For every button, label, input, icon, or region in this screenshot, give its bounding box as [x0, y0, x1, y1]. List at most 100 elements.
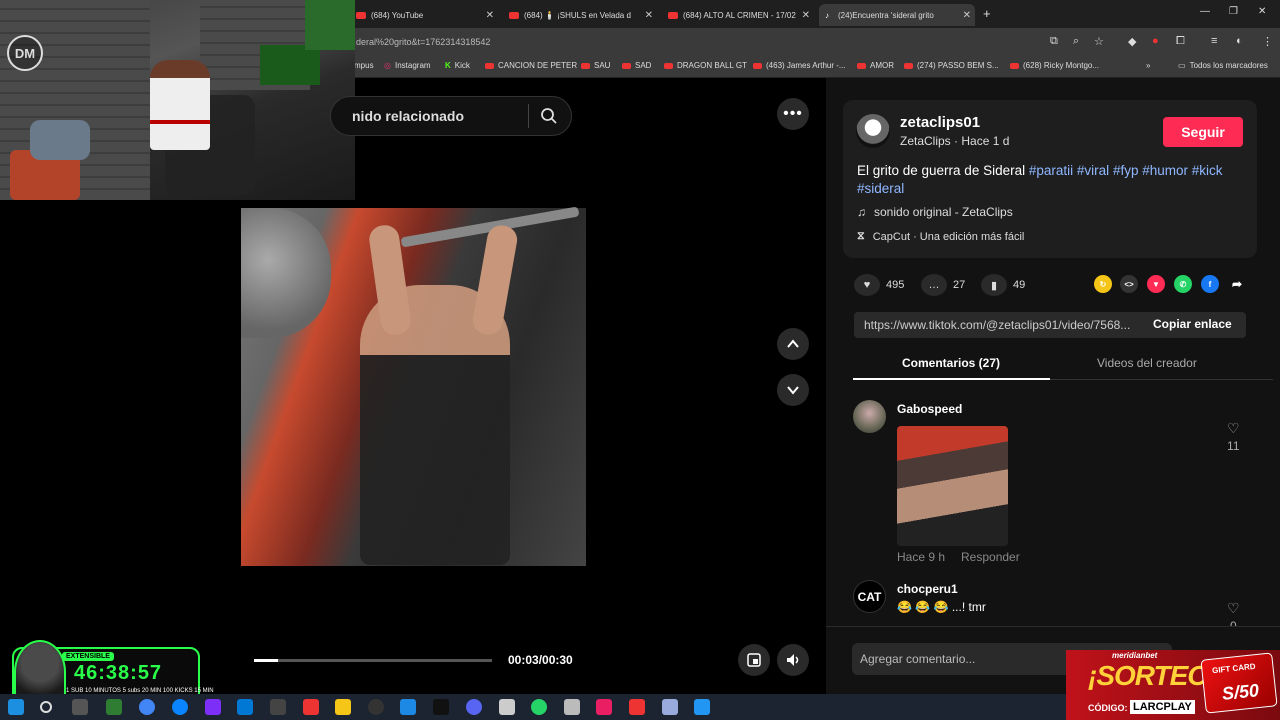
tab-creator-videos[interactable]: Videos del creador — [1097, 356, 1197, 370]
comment-placeholder[interactable]: Agregar comentario... — [860, 652, 975, 666]
task-view-icon[interactable] — [72, 699, 88, 715]
notepad-icon[interactable] — [662, 699, 678, 715]
extension-red-icon[interactable]: ● — [1152, 35, 1159, 47]
tab-shuls[interactable]: (684) 🕯️ ¡SHULS en Velada d ✕ — [503, 4, 657, 26]
folder-icon[interactable] — [335, 699, 351, 715]
tab-label: (24)Encuentra 'sideral grito — [838, 10, 934, 20]
app-icon[interactable] — [270, 699, 286, 715]
puzzle-icon[interactable]: ⧠ — [1176, 35, 1185, 48]
comment-text: 😂 😂 😂 ...! tmr — [897, 600, 986, 614]
comment-author[interactable]: chocperu1 — [897, 582, 958, 596]
app-icon[interactable] — [499, 699, 515, 715]
music-note-icon: ♫ — [857, 205, 866, 219]
bookmark-kick[interactable]: K Kick — [445, 61, 470, 70]
progress-track[interactable] — [254, 659, 492, 662]
restore-icon[interactable]: ❐ — [1229, 6, 1238, 17]
share-icon[interactable]: ➦ — [1228, 275, 1246, 293]
previous-video-button[interactable] — [777, 328, 809, 360]
avatar[interactable] — [856, 114, 890, 148]
facebook-icon[interactable]: f — [1201, 275, 1219, 293]
bookmarks-overflow[interactable]: » — [1146, 61, 1150, 70]
sound-link[interactable]: ♫ sonido original - ZetaClips — [857, 205, 1013, 219]
next-video-button[interactable] — [777, 374, 809, 406]
bookmark-item[interactable]: mpus — [354, 61, 374, 70]
reply-button[interactable]: Responder — [961, 550, 1020, 564]
more-options-button[interactable]: ••• — [777, 98, 809, 130]
whatsapp-icon[interactable]: ✆ — [1174, 275, 1192, 293]
obs-icon[interactable] — [368, 699, 384, 715]
menu-icon[interactable]: ⋮ — [1262, 35, 1273, 48]
repost-icon[interactable]: ↻ — [1094, 275, 1112, 293]
copy-link-button[interactable]: Copiar enlace — [1153, 317, 1232, 331]
bookmark-item[interactable]: AMOR — [857, 61, 894, 70]
hashtag[interactable]: #sideral — [857, 181, 904, 196]
capcut-icon[interactable] — [433, 699, 449, 715]
profile-icon[interactable]: ◐ — [1236, 35, 1243, 47]
hashtag[interactable]: #humor — [1142, 163, 1188, 178]
save-stat[interactable]: ▮ 49 — [981, 274, 1025, 296]
search-icon[interactable] — [40, 701, 52, 713]
avatar[interactable] — [853, 400, 886, 433]
url-field[interactable]: deral%20grito&t=1762314318542 — [356, 37, 490, 47]
search-icon[interactable] — [540, 107, 558, 125]
bookmark-item[interactable]: SAU — [581, 61, 610, 70]
discord-icon[interactable] — [466, 699, 482, 715]
hashtag[interactable]: #fyp — [1113, 163, 1139, 178]
video-link[interactable]: https://www.tiktok.com/@zetaclips01/vide… — [864, 318, 1140, 332]
app-icon[interactable] — [596, 699, 612, 715]
comment-author[interactable]: Gabospeed — [897, 402, 962, 416]
capcut-link[interactable]: ⧖ CapCut · Una edición más fácil — [857, 230, 1024, 243]
extension-icon[interactable]: ◆ — [1128, 35, 1136, 48]
app-icon[interactable] — [400, 699, 416, 715]
all-bookmarks[interactable]: ▭ Todos los marcadores — [1178, 61, 1268, 70]
comment-stat[interactable]: … 27 — [921, 274, 965, 296]
username[interactable]: zetaclips01 — [900, 114, 980, 131]
like-stat[interactable]: ♥ 495 — [854, 274, 904, 296]
tab-comments[interactable]: Comentarios (27) — [902, 356, 1000, 370]
zoom-icon[interactable]: ⌕ — [1073, 35, 1079, 48]
hashtag[interactable]: #viral — [1077, 163, 1109, 178]
volume-button[interactable] — [777, 644, 809, 676]
tab-tiktok[interactable]: ♪ (24)Encuentra 'sideral grito ✕ — [819, 4, 975, 26]
hashtag[interactable]: #paratii — [1029, 163, 1073, 178]
youtube-icon[interactable] — [629, 699, 645, 715]
bookmark-instagram[interactable]: ◎ Instagram — [384, 61, 431, 70]
bookmark-item[interactable]: SAD — [622, 61, 651, 70]
star-icon[interactable]: ☆ — [1094, 35, 1104, 48]
follow-button[interactable]: Seguir — [1163, 117, 1243, 147]
close-icon[interactable]: ✕ — [963, 10, 971, 21]
minimize-icon[interactable]: — — [1200, 6, 1210, 17]
pip-button[interactable] — [738, 644, 770, 676]
hashtag[interactable]: #kick — [1192, 163, 1223, 178]
comment-like[interactable]: ♡ 11 — [1227, 420, 1240, 453]
close-icon[interactable]: ✕ — [486, 10, 494, 21]
close-icon[interactable]: ✕ — [645, 10, 653, 21]
edge-icon[interactable] — [172, 699, 188, 715]
search-text[interactable]: nido relacionado — [352, 108, 464, 124]
whatsapp-icon[interactable] — [531, 699, 547, 715]
cast-icon[interactable]: ⧉ — [1050, 35, 1058, 48]
app-icon[interactable] — [106, 699, 122, 715]
mail-icon[interactable] — [237, 699, 253, 715]
send-icon[interactable]: ▼ — [1147, 275, 1165, 293]
bookmark-item[interactable]: CANCION DE PETER — [485, 61, 577, 70]
close-icon[interactable]: ✕ — [802, 10, 810, 21]
bookmark-item[interactable]: (463) James Arthur -... — [753, 61, 846, 70]
comment-image[interactable] — [897, 426, 1008, 546]
embed-icon[interactable]: <> — [1120, 275, 1138, 293]
copilot-icon[interactable] — [205, 699, 221, 715]
bookmark-item[interactable]: DRAGON BALL GT — [664, 61, 747, 70]
tab-alto-al-crimen[interactable]: (684) ALTO AL CRIMEN - 17/02 ✕ — [662, 4, 814, 26]
windows-start-icon[interactable] — [8, 699, 24, 715]
new-tab-icon[interactable]: + — [983, 6, 991, 21]
avatar[interactable]: CAT — [853, 580, 886, 613]
calculator-icon[interactable] — [564, 699, 580, 715]
bookmark-item[interactable]: (274) PASSO BEM S... — [904, 61, 999, 70]
youtube-icon[interactable] — [303, 699, 319, 715]
chrome-icon[interactable] — [139, 699, 155, 715]
media-icon[interactable]: ≡ — [1211, 35, 1217, 47]
app-icon[interactable] — [694, 699, 710, 715]
bookmark-item[interactable]: (628) Ricky Montgo... — [1010, 61, 1099, 70]
window-close-icon[interactable]: ✕ — [1258, 6, 1266, 17]
tab-youtube[interactable]: (684) YouTube ✕ — [350, 4, 498, 26]
